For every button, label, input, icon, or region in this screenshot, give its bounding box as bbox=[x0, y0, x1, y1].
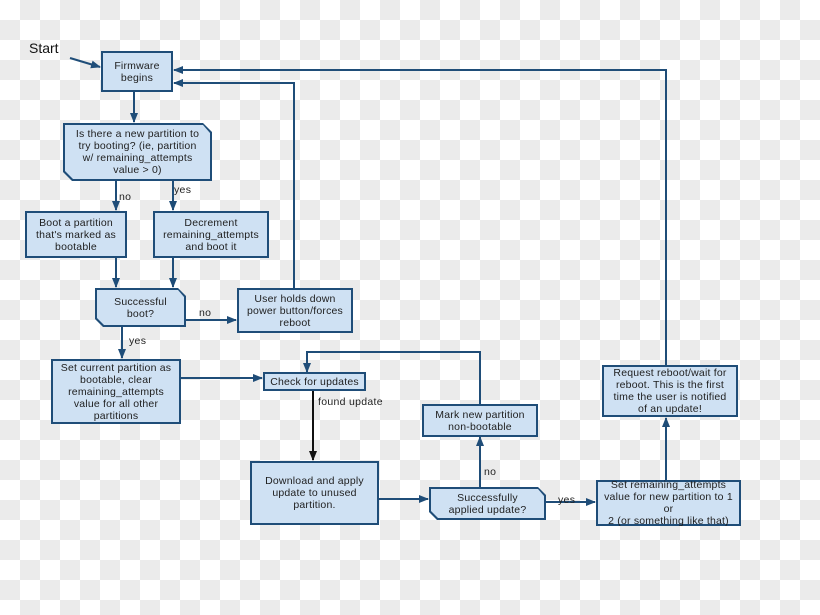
node-set-remaining-attempts[interactable]: Set remaining_attempts value for new par… bbox=[596, 479, 741, 527]
node-set-current-bootable[interactable]: Set current partition as bootable, clear… bbox=[51, 359, 181, 424]
edge-label-found-update: found update bbox=[318, 396, 383, 408]
decision-text: Successfully applied update? bbox=[431, 489, 544, 518]
node-user-reboot[interactable]: User holds down power button/forces rebo… bbox=[237, 288, 353, 333]
node-boot-bootable[interactable]: Boot a partition that's marked as bootab… bbox=[25, 211, 127, 258]
edge-label-no: no bbox=[199, 307, 212, 319]
decision-text: Successful boot? bbox=[97, 290, 184, 325]
node-request-reboot[interactable]: Request reboot/wait for reboot. This is … bbox=[602, 365, 738, 417]
decision-text: Is there a new partition to try booting?… bbox=[65, 125, 210, 179]
node-applied-decision[interactable]: Successfully applied update? bbox=[429, 487, 546, 520]
edge-label-no: no bbox=[119, 191, 132, 203]
node-decrement[interactable]: Decrement remaining_attempts and boot it bbox=[153, 211, 269, 258]
node-download-apply[interactable]: Download and apply update to unused part… bbox=[250, 461, 379, 525]
node-successful-boot-decision[interactable]: Successful boot? bbox=[95, 288, 186, 327]
start-label: Start bbox=[29, 40, 59, 56]
node-firmware-begins[interactable]: Firmware begins bbox=[101, 51, 173, 92]
edge-start-to-firmware bbox=[69, 57, 101, 69]
edge-label-no: no bbox=[484, 466, 497, 478]
node-mark-non-bootable[interactable]: Mark new partition non-bootable bbox=[422, 404, 538, 437]
edge-label-yes: yes bbox=[558, 494, 576, 506]
edge-label-yes: yes bbox=[129, 335, 147, 347]
node-check-updates[interactable]: Check for updates bbox=[263, 372, 366, 391]
node-new-partition-decision[interactable]: Is there a new partition to try booting?… bbox=[63, 123, 212, 181]
edge-label-yes: yes bbox=[174, 184, 192, 196]
